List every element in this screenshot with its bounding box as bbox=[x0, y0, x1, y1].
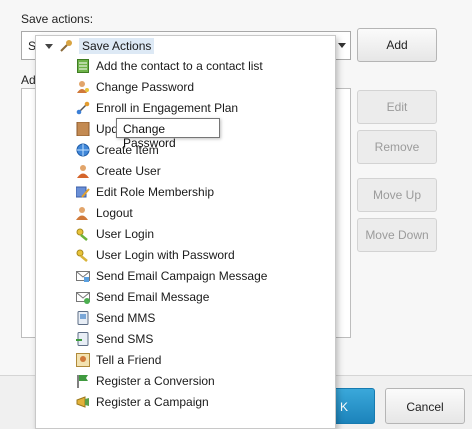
tree-item[interactable]: Change Password bbox=[76, 78, 194, 96]
tree-item-label: Send SMS bbox=[96, 332, 154, 346]
tree-item[interactable]: Send MMS bbox=[76, 309, 155, 327]
tree-item[interactable]: Tell a Friend bbox=[76, 351, 161, 369]
save-actions-label: Save actions: bbox=[21, 12, 94, 26]
tree-item-label: Enroll in Engagement Plan bbox=[96, 101, 239, 115]
tree-item[interactable]: User Login with Password bbox=[76, 246, 235, 264]
login-key-icon bbox=[76, 248, 90, 262]
tree-item-label: Logout bbox=[96, 206, 133, 220]
ok-label: K bbox=[339, 400, 348, 414]
user-logout-icon bbox=[76, 206, 90, 220]
tree-item-label: Upd bbox=[96, 122, 119, 136]
tree-item-label: Change Password bbox=[96, 80, 195, 94]
remove-button[interactable]: Remove bbox=[357, 130, 437, 164]
tree-item-label: User Login bbox=[96, 227, 155, 241]
user-key-icon bbox=[76, 80, 90, 94]
tree-item[interactable]: Logout bbox=[76, 204, 133, 222]
tree-root-label: Save Actions bbox=[79, 38, 155, 54]
globe-item-icon bbox=[76, 143, 90, 157]
add-button[interactable]: Add bbox=[357, 28, 437, 62]
tooltip: Change Password bbox=[116, 118, 220, 150]
cancel-button[interactable]: Cancel bbox=[385, 388, 465, 424]
tree-item[interactable]: User Login bbox=[76, 225, 154, 243]
contact-list-icon bbox=[76, 59, 90, 73]
tree-item-label: Send Email Campaign Message bbox=[96, 269, 268, 283]
tree-item[interactable]: Register a Conversion bbox=[76, 372, 215, 390]
tree-item-label: Send Email Message bbox=[96, 290, 210, 304]
tree-item-label: Add the contact to a contact list bbox=[96, 59, 263, 73]
tree-item-label: Tell a Friend bbox=[96, 353, 162, 367]
tree-item[interactable]: Add the contact to a contact list bbox=[76, 57, 263, 75]
tree-item[interactable]: Enroll in Engagement Plan bbox=[76, 99, 238, 117]
tree-item[interactable]: Register a Campaign bbox=[76, 393, 209, 411]
email-campaign-icon bbox=[76, 269, 90, 283]
user-icon bbox=[76, 164, 90, 178]
tell-friend-icon bbox=[76, 353, 90, 367]
login-key-icon bbox=[76, 227, 90, 241]
sms-icon bbox=[76, 332, 90, 346]
tree-item-label: Register a Conversion bbox=[96, 374, 215, 388]
tree-item-label: User Login with Password bbox=[96, 248, 235, 262]
campaign-icon bbox=[76, 395, 90, 409]
tree-item-label: Edit Role Membership bbox=[96, 185, 215, 199]
flag-icon bbox=[76, 374, 90, 388]
tree-root[interactable]: Save Actions bbox=[45, 37, 155, 55]
wrench-icon bbox=[59, 39, 73, 53]
save-actions-popup: Save Actions Add the contact to a contac… bbox=[35, 35, 336, 429]
tree-item[interactable]: Send Email Campaign Message bbox=[76, 267, 267, 285]
email-icon bbox=[76, 290, 90, 304]
tree-item-label: Create User bbox=[96, 164, 161, 178]
tree-item-label: Send MMS bbox=[96, 311, 156, 325]
tree-item[interactable]: Send SMS bbox=[76, 330, 153, 348]
engagement-plan-icon bbox=[76, 101, 90, 115]
tree-item[interactable]: Edit Role Membership bbox=[76, 183, 214, 201]
book-icon bbox=[76, 122, 90, 136]
tree-item[interactable]: Send Email Message bbox=[76, 288, 209, 306]
tree-item-label: Register a Campaign bbox=[96, 395, 209, 409]
chevron-down-icon[interactable] bbox=[338, 43, 346, 48]
move-up-button[interactable]: Move Up bbox=[357, 178, 437, 212]
role-edit-icon bbox=[76, 185, 90, 199]
tree-item[interactable]: Create User bbox=[76, 162, 161, 180]
tree-item[interactable]: Upd bbox=[76, 120, 118, 138]
collapse-toggle-icon[interactable] bbox=[45, 43, 53, 49]
actions-label: Ad bbox=[21, 73, 36, 87]
edit-button[interactable]: Edit bbox=[357, 90, 437, 124]
move-down-button[interactable]: Move Down bbox=[357, 218, 437, 252]
mms-icon bbox=[76, 311, 90, 325]
